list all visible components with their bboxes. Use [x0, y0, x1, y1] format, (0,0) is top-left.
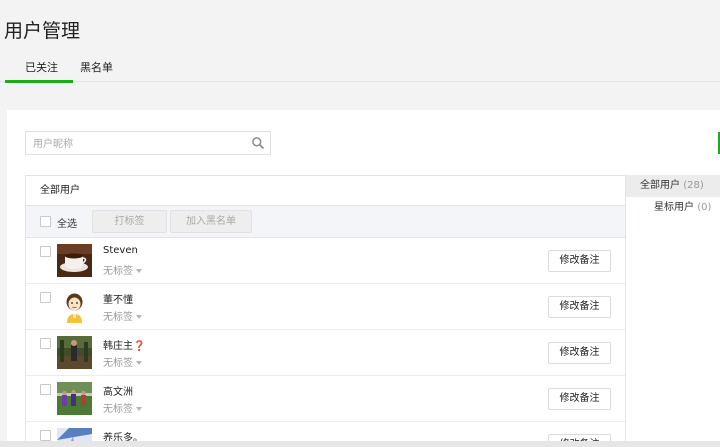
row-checkbox[interactable]: [40, 430, 51, 441]
user-row: 董不懂 无标签 修改备注: [26, 284, 625, 330]
search-icon[interactable]: [251, 136, 265, 150]
search-box: [25, 131, 271, 156]
sidebar-item-label: 全部用户: [640, 180, 680, 191]
tag-label: 无标签: [103, 358, 133, 369]
list-title: 全部用户: [26, 176, 625, 206]
cartoon-girl-icon: [57, 290, 92, 323]
tag-label: 无标签: [103, 266, 133, 277]
select-all-checkbox[interactable]: [40, 216, 51, 227]
user-row: 高文洲 无标签 修改备注: [26, 376, 625, 422]
sidebar-item-count: (28): [683, 180, 704, 191]
user-list-panel: 全部用户 全选 打标签 加入黑名单 Steven 无标签 修改备注 董不懂 无标…: [25, 175, 626, 447]
avatar: [57, 244, 92, 277]
list-toolbar: 全选 打标签 加入黑名单: [26, 206, 625, 238]
row-checkbox[interactable]: [40, 338, 51, 349]
edit-remark-button[interactable]: 修改备注: [548, 388, 611, 410]
tag-selector[interactable]: 无标签: [103, 400, 142, 415]
edit-remark-button[interactable]: 修改备注: [548, 250, 611, 272]
avatar: [57, 290, 92, 323]
group-sidebar: 全部用户 (28) 星标用户 (0): [626, 175, 720, 219]
main-card: 全部用户 全选 打标签 加入黑名单 Steven 无标签 修: [7, 110, 720, 447]
caret-down-icon: [136, 361, 142, 365]
search-input[interactable]: [26, 133, 241, 156]
tag-selector[interactable]: 无标签: [103, 354, 142, 369]
page-title: 用户管理: [4, 20, 81, 42]
window-bottom-edge: [0, 441, 720, 447]
sidebar-item-all-users[interactable]: 全部用户 (28): [626, 175, 720, 197]
user-row: Steven 无标签 修改备注: [26, 238, 625, 284]
add-to-blacklist-button[interactable]: 加入黑名单: [170, 210, 252, 233]
caret-down-icon: [136, 269, 142, 273]
user-name[interactable]: 高文洲: [103, 383, 133, 398]
edit-remark-button[interactable]: 修改备注: [548, 296, 611, 318]
avatar: [57, 382, 92, 415]
tag-selector[interactable]: 无标签: [103, 308, 142, 323]
tag-label: 无标签: [103, 312, 133, 323]
row-checkbox[interactable]: [40, 246, 51, 257]
tab-followed[interactable]: 已关注: [5, 59, 73, 83]
edit-remark-button[interactable]: 修改备注: [548, 342, 611, 364]
tag-label: 无标签: [103, 404, 133, 415]
red-question-mark-icon: ❓: [133, 341, 146, 352]
add-tag-button[interactable]: 打标签: [92, 210, 167, 233]
caret-down-icon: [136, 315, 142, 319]
user-row: 韩庄主❓ 无标签 修改备注: [26, 330, 625, 376]
soccer-photo-icon: [57, 382, 92, 415]
outdoor-photo-icon: [57, 336, 92, 369]
select-all-label: 全选: [57, 219, 77, 230]
row-checkbox[interactable]: [40, 384, 51, 395]
user-name: 韩庄主: [103, 341, 133, 352]
row-checkbox[interactable]: [40, 292, 51, 303]
avatar: [57, 336, 92, 369]
coffee-cup-photo-icon: [57, 244, 92, 277]
sidebar-item-starred-users[interactable]: 星标用户 (0): [626, 197, 720, 219]
sidebar-item-label: 星标用户: [654, 202, 694, 213]
tab-blacklist[interactable]: 黑名单: [80, 59, 113, 75]
sidebar-item-count: (0): [697, 202, 712, 213]
user-name-group[interactable]: 韩庄主❓: [103, 337, 145, 352]
user-name[interactable]: Steven: [103, 245, 138, 256]
user-name[interactable]: 董不懂: [103, 291, 133, 306]
tab-bar: 已关注 黑名单: [0, 52, 720, 83]
caret-down-icon: [136, 407, 142, 411]
tag-selector[interactable]: 无标签: [103, 262, 142, 277]
